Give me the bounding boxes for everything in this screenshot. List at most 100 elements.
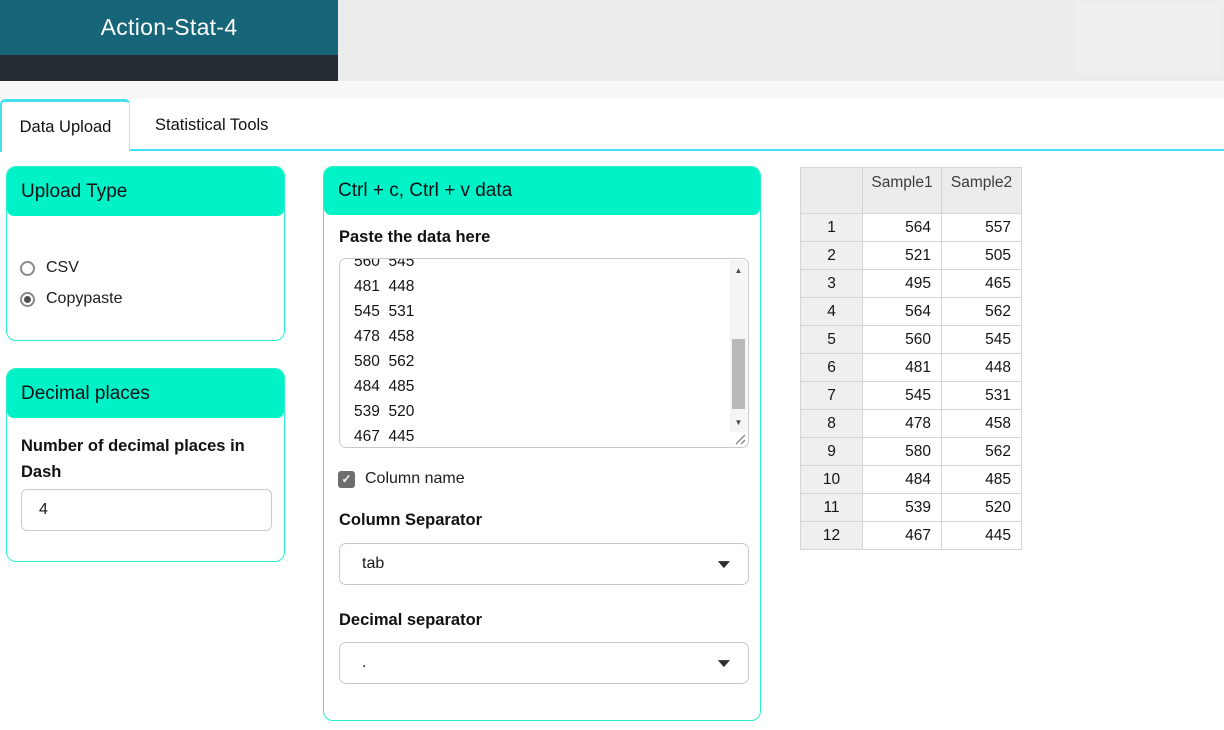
data-cell: 445: [941, 521, 1022, 550]
row-index-cell: 11: [800, 493, 863, 522]
app-window: Action-Stat-4 Data Upload Statistical To…: [0, 0, 1224, 730]
row-index-cell: 8: [800, 409, 863, 438]
column-name-checkbox-row[interactable]: ✓ Column name: [338, 470, 465, 488]
table-header-row: Sample1 Sample2: [800, 167, 1022, 214]
decimal-separator-label: Decimal separator: [339, 611, 483, 629]
table-row: 11 539 520: [800, 493, 1022, 522]
radio-option-csv[interactable]: CSV: [20, 259, 79, 277]
data-table-body: 1 564 557 2 521 505 3 495 465 4 564 562 5 560 545 6 481 4…: [800, 213, 1022, 550]
checkbox-checked-icon[interactable]: ✓: [338, 470, 355, 488]
decimal-places-input[interactable]: [21, 489, 272, 531]
table-header-sample1: Sample1: [862, 167, 942, 214]
decimal-places-input-label: Number of decimal places in Dash: [21, 437, 245, 481]
column-separator-value: tab: [362, 555, 385, 572]
radio-label: Copypaste: [46, 290, 123, 307]
page-title: Action-Stat-4: [100, 14, 238, 40]
table-row: 1 564 557: [800, 213, 1022, 242]
resize-grip-icon[interactable]: [733, 432, 746, 445]
table-row: 3 495 465: [800, 269, 1022, 298]
chevron-down-icon: ▼: [713, 656, 735, 670]
radio-option-copypaste[interactable]: Copypaste: [20, 290, 123, 308]
upload-type-card-header: Upload Type: [7, 167, 284, 216]
row-index-cell: 4: [800, 297, 863, 326]
data-cell: 484: [862, 465, 942, 494]
data-cell: 495: [862, 269, 942, 298]
data-preview-table: Sample1 Sample2 1 564 557 2 521 505 3 495 465 4 56…: [800, 167, 1022, 550]
column-name-checkbox-label: Column name: [365, 470, 465, 487]
radio-label: CSV: [46, 259, 79, 276]
data-cell: 564: [862, 297, 942, 326]
app-header-shadow-band: [0, 55, 338, 81]
paste-data-card-header: Ctrl + c, Ctrl + v data: [324, 167, 760, 215]
app-header: Action-Stat-4: [0, 0, 338, 55]
data-cell: 465: [941, 269, 1022, 298]
top-bar-inset-panel: [1076, 2, 1222, 75]
data-cell: 520: [941, 493, 1022, 522]
table-row: 12 467 445: [800, 521, 1022, 550]
row-index-cell: 5: [800, 325, 863, 354]
data-cell: 560: [862, 325, 942, 354]
data-cell: 481: [862, 353, 942, 382]
table-row: 5 560 545: [800, 325, 1022, 354]
checkmark-icon: ✓: [341, 472, 352, 486]
column-separator-dropdown[interactable]: tab ▼: [339, 543, 749, 585]
data-cell: 505: [941, 241, 1022, 270]
data-cell: 562: [941, 297, 1022, 326]
row-index-cell: 1: [800, 213, 863, 242]
table-row: 9 580 562: [800, 437, 1022, 466]
paste-data-title: Ctrl + c, Ctrl + v data: [338, 180, 513, 201]
upload-type-title: Upload Type: [21, 180, 128, 202]
radio-icon[interactable]: [20, 260, 35, 276]
paste-textarea[interactable]: 564 557 521 505 495 465 564 562 560 545 …: [339, 258, 749, 448]
decimal-separator-dropdown[interactable]: . ▼: [339, 642, 749, 684]
decimal-places-card-header: Decimal places: [7, 369, 284, 418]
tab-data-upload[interactable]: Data Upload: [0, 99, 130, 152]
data-cell: 557: [941, 213, 1022, 242]
decimal-separator-value: .: [362, 654, 367, 671]
table-row: 4 564 562: [800, 297, 1022, 326]
data-cell: 521: [862, 241, 942, 270]
scroll-up-icon[interactable]: ▲: [730, 262, 747, 278]
decimal-places-card: Decimal places Number of decimal places …: [6, 368, 285, 562]
decimal-places-title: Decimal places: [21, 382, 150, 404]
radio-dot: [24, 295, 31, 303]
paste-textarea-content: 564 557 521 505 495 465 564 562 560 545 …: [354, 258, 415, 445]
data-cell: 545: [862, 381, 942, 410]
column-separator-label: Column Separator: [339, 511, 483, 529]
table-row: 6 481 448: [800, 353, 1022, 382]
data-cell: 545: [941, 325, 1022, 354]
chevron-down-icon: ▼: [713, 557, 735, 571]
tab-statistical-tools[interactable]: Statistical Tools: [130, 99, 315, 151]
row-index-cell: 9: [800, 437, 863, 466]
row-index-cell: 3: [800, 269, 863, 298]
data-cell: 531: [941, 381, 1022, 410]
table-header-index: [800, 167, 863, 214]
data-cell: 448: [941, 353, 1022, 382]
paste-data-card: Ctrl + c, Ctrl + v data Paste the data h…: [323, 166, 761, 721]
table-row: 10 484 485: [800, 465, 1022, 494]
radio-icon-selected[interactable]: [20, 291, 35, 307]
paste-textarea-label: Paste the data here: [339, 228, 491, 246]
textarea-scrollbar[interactable]: ▲ ▼: [730, 260, 747, 432]
data-cell: 458: [941, 409, 1022, 438]
data-cell: 539: [862, 493, 942, 522]
data-cell: 562: [941, 437, 1022, 466]
table-header-sample2: Sample2: [941, 167, 1022, 214]
data-cell: 564: [862, 213, 942, 242]
row-index-cell: 10: [800, 465, 863, 494]
data-cell: 580: [862, 437, 942, 466]
data-cell: 467: [862, 521, 942, 550]
data-cell: 478: [862, 409, 942, 438]
scrollbar-thumb[interactable]: [732, 339, 745, 409]
header-substrip: [0, 81, 1224, 98]
table-row: 8 478 458: [800, 409, 1022, 438]
tab-bar: Data Upload Statistical Tools: [0, 99, 1224, 152]
row-index-cell: 6: [800, 353, 863, 382]
data-cell: 485: [941, 465, 1022, 494]
scroll-down-icon[interactable]: ▼: [730, 414, 747, 430]
upload-type-card: Upload Type CSV Copypaste: [6, 166, 285, 341]
row-index-cell: 2: [800, 241, 863, 270]
table-row: 2 521 505: [800, 241, 1022, 270]
row-index-cell: 12: [800, 521, 863, 550]
row-index-cell: 7: [800, 381, 863, 410]
